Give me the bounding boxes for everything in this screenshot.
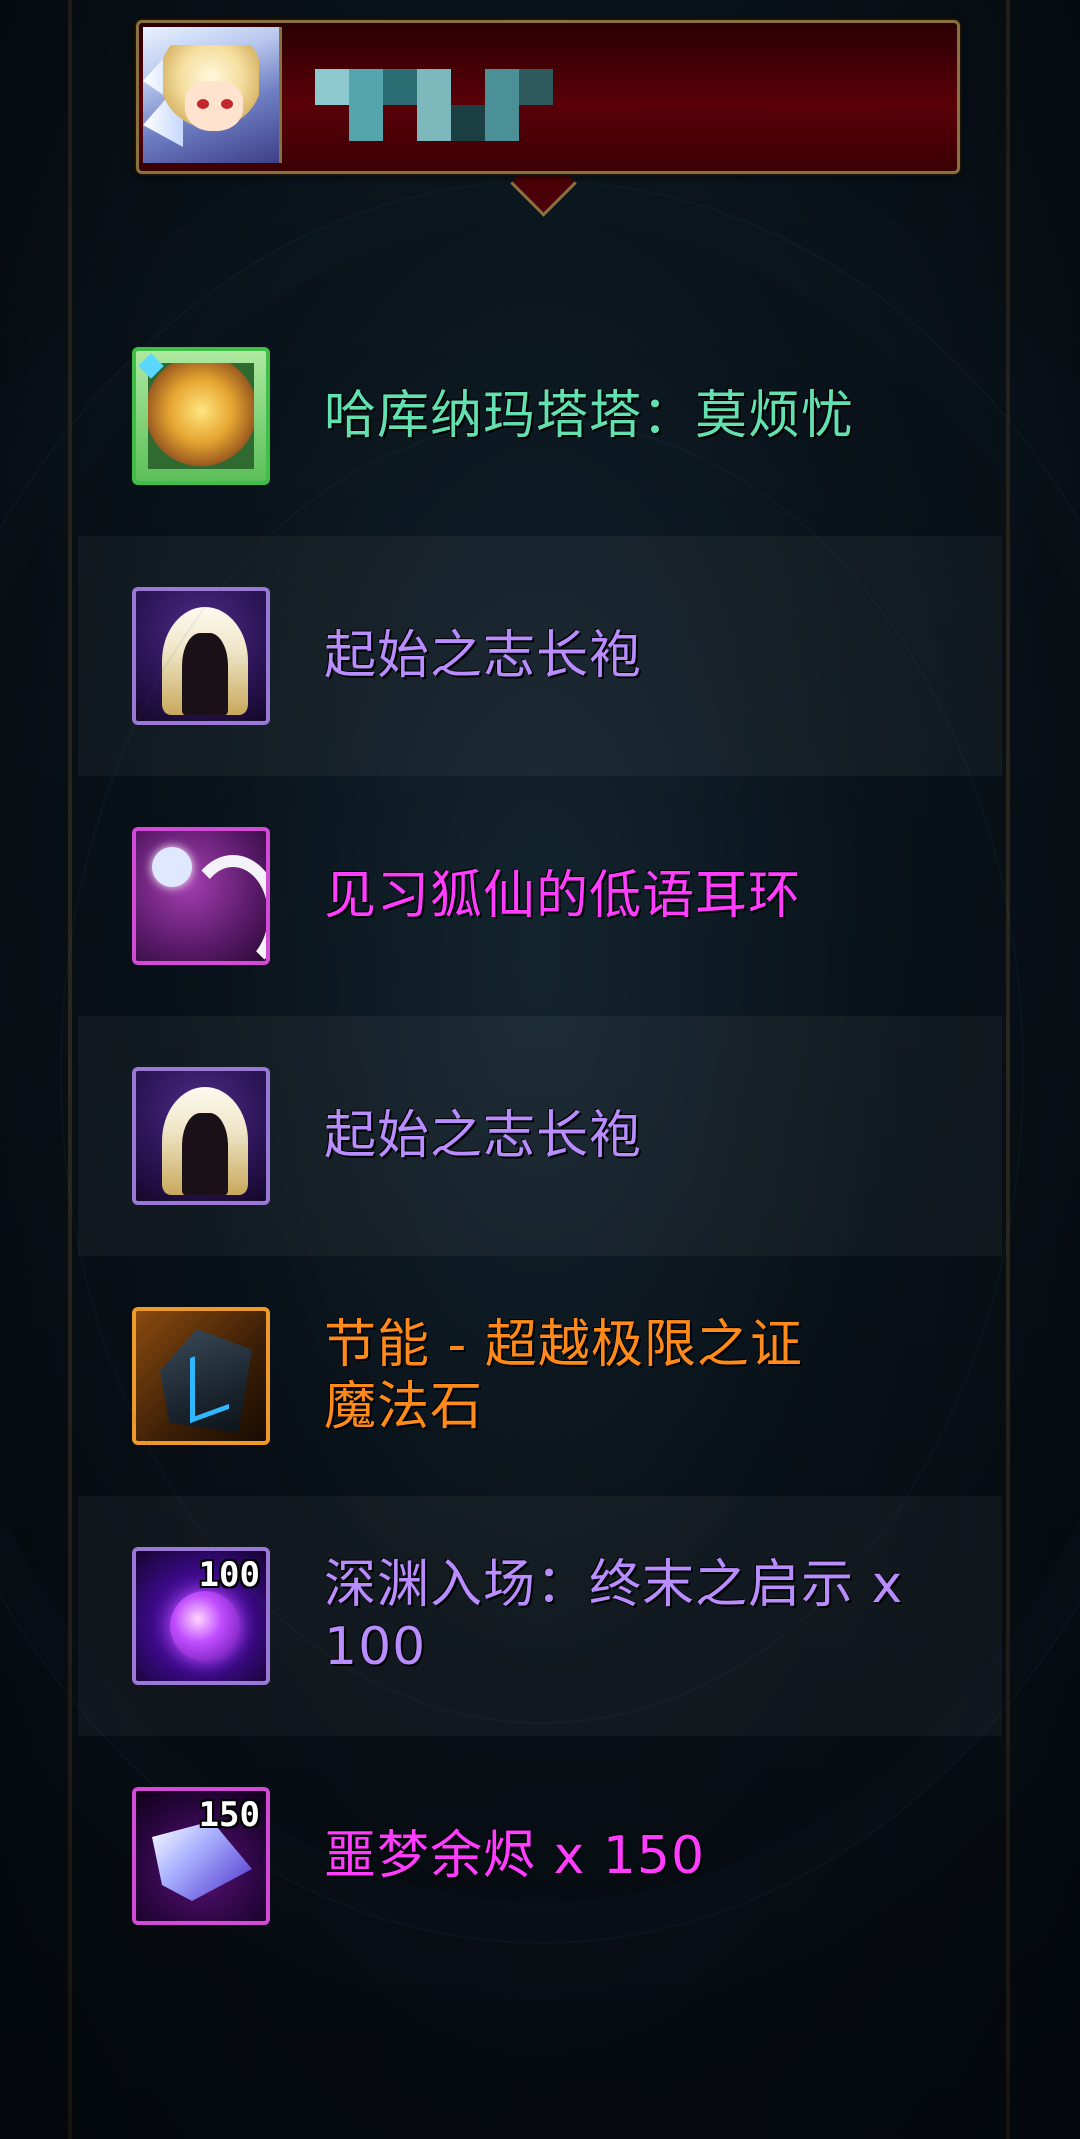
- player-name-mosaic: [315, 69, 553, 141]
- reward-name: 节能 - 超越极限之证 魔法石: [324, 1315, 803, 1437]
- reward-name: 起始之志长袍: [324, 1106, 643, 1166]
- stack-count: 100: [198, 1555, 260, 1595]
- reward-row[interactable]: 起始之志长袍: [78, 536, 1002, 776]
- frame-rail-left: [68, 0, 72, 2139]
- reward-panel: 哈库纳玛塔塔：莫烦忧 起始之志长袍 见习狐仙的低语耳环 起始之志长袍 节能 -: [0, 0, 1080, 2139]
- abyss-orb-icon[interactable]: 100: [132, 1547, 270, 1685]
- reward-name: 深渊入场：终末之启示 x 100: [324, 1555, 904, 1677]
- reward-name: 见习狐仙的低语耳环: [324, 866, 802, 926]
- stack-count: 150: [198, 1795, 260, 1835]
- reward-row[interactable]: 节能 - 超越极限之证 魔法石: [78, 1256, 1002, 1496]
- magic-stone-icon[interactable]: [132, 1307, 270, 1445]
- lion-card-icon[interactable]: [132, 347, 270, 485]
- reward-row[interactable]: 100 深渊入场：终末之启示 x 100: [78, 1496, 1002, 1736]
- reward-name: 噩梦余烬 x 150: [324, 1826, 706, 1886]
- robe-icon[interactable]: [132, 587, 270, 725]
- robe-icon[interactable]: [132, 1067, 270, 1205]
- reward-row[interactable]: 起始之志长袍: [78, 1016, 1002, 1256]
- player-avatar[interactable]: [143, 27, 282, 163]
- reward-row[interactable]: 150 噩梦余烬 x 150: [78, 1736, 1002, 1976]
- avatar-eye: [197, 99, 209, 109]
- reward-list: 哈库纳玛塔塔：莫烦忧 起始之志长袍 见习狐仙的低语耳环 起始之志长袍 节能 -: [78, 296, 1002, 1976]
- fox-earring-icon[interactable]: [132, 827, 270, 965]
- reward-name: 起始之志长袍: [324, 626, 643, 686]
- player-header: [136, 20, 960, 174]
- avatar-face: [185, 81, 243, 131]
- reward-row[interactable]: 见习狐仙的低语耳环: [78, 776, 1002, 1016]
- nightmare-ember-icon[interactable]: 150: [132, 1787, 270, 1925]
- reward-name: 哈库纳玛塔塔：莫烦忧: [324, 386, 855, 446]
- reward-row[interactable]: 哈库纳玛塔塔：莫烦忧: [78, 296, 1002, 536]
- frame-rail-right: [1006, 0, 1010, 2139]
- avatar-eye: [221, 99, 233, 109]
